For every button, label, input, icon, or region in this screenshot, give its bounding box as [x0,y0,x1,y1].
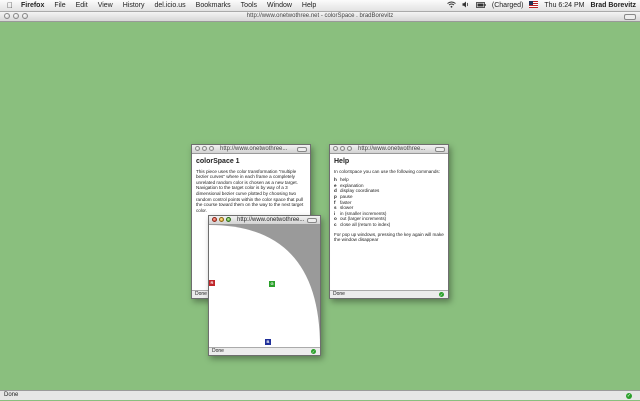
battery-status: (Charged) [491,2,524,9]
toolbar-toggle-icon[interactable] [307,218,317,223]
help-footer: For pop up windows, pressing the key aga… [334,231,444,243]
clock[interactable]: Thu 6:24 PM [544,2,584,9]
toolbar-toggle-icon[interactable] [624,14,636,20]
menu-help[interactable]: Help [297,0,321,11]
command-desc: help [340,177,349,183]
command-desc: faster [340,199,352,205]
browser-status-bar: Done ✓ [0,390,640,400]
popup-url: http://www.onetwothree... [237,217,305,223]
minimize-window-icon[interactable] [340,146,345,151]
popup-title-bar: http://www.onetwothree... [330,145,448,154]
close-window-icon[interactable] [195,146,200,151]
popup-url: http://www.onetwothree... [358,146,426,152]
status-text: Done [195,291,207,297]
status-text: Done [4,392,19,398]
popup-content: Help In colorSpace you can use the follo… [330,154,448,290]
menu-extras: (Charged) Thu 6:24 PM Brad Borevitz [447,0,636,11]
menu-delicious[interactable]: del.icio.us [150,0,191,11]
popup-status-bar: Done ✓ [209,347,320,355]
close-window-icon[interactable] [212,217,217,222]
user-name[interactable]: Brad Borevitz [590,2,636,9]
popup-status-bar: Done ✓ [330,290,448,298]
close-window-icon[interactable] [4,13,10,19]
apple-menu-icon[interactable]:  [4,1,16,10]
minimize-window-icon[interactable] [219,217,224,222]
help-popup-window: http://www.onetwothree... Help In colorS… [329,144,449,299]
command-desc: pause [340,193,353,199]
command-desc: out (larger increments) [340,216,387,222]
command-list: h help e explanation d display coordinates … [334,177,444,227]
command-desc: display coordinates [340,188,380,194]
minimize-window-icon[interactable] [202,146,207,151]
red-control-point[interactable]: R [209,280,215,286]
command-desc: explanation [340,182,364,188]
window-title: http://www.onetwothree.net - colorSpace … [246,13,394,19]
popup-url: http://www.onetwothree... [220,146,288,152]
color-popup-window: http://www.onetwothree... R G B Done ✓ [208,215,321,356]
wifi-icon[interactable] [447,1,456,10]
menu-bar:  Firefox File Edit View History del.ici… [0,0,640,12]
command-desc: close all (return to index) [340,221,391,227]
popup-title-bar: http://www.onetwothree... [209,216,320,225]
security-ok-icon: ✓ [311,348,316,354]
zoom-window-icon[interactable] [209,146,214,151]
menu-view[interactable]: View [93,0,118,11]
browser-title-bar: http://www.onetwothree.net - colorSpace … [0,12,640,22]
status-text: Done [212,348,224,354]
status-text: Done [333,291,345,297]
popup-description: This piece uses the color transformation… [196,168,304,213]
menu-firefox[interactable]: Firefox [16,0,49,11]
command-desc: slower [340,205,354,211]
close-window-icon[interactable] [333,146,338,151]
security-ok-icon: ✓ [439,291,444,297]
help-intro: In colorSpace you can use the following … [334,168,440,174]
blue-control-point[interactable]: B [265,339,271,345]
flag-icon[interactable] [529,1,539,10]
window-controls [4,13,28,19]
menu-edit[interactable]: Edit [71,0,93,11]
menu-window[interactable]: Window [262,0,297,11]
volume-icon[interactable] [462,1,470,10]
menu-file[interactable]: File [49,0,70,11]
zoom-window-icon[interactable] [22,13,28,19]
toolbar-toggle-icon[interactable] [435,147,445,152]
green-control-point[interactable]: G [269,281,275,287]
zoom-window-icon[interactable] [226,217,231,222]
command-desc: in (smaller increments) [340,210,387,216]
color-canvas[interactable]: R G B [209,225,320,347]
battery-icon[interactable] [475,1,486,10]
popup-title-bar: http://www.onetwothree... [192,145,310,154]
menu-bookmarks[interactable]: Bookmarks [191,0,236,11]
command-item: c close all (return to index) [334,222,444,228]
menu-history[interactable]: History [118,0,150,11]
toolbar-toggle-icon[interactable] [297,147,307,152]
menu-tools[interactable]: Tools [236,0,262,11]
minimize-window-icon[interactable] [13,13,19,19]
popup-heading: colorSpace 1 [196,158,240,165]
zoom-window-icon[interactable] [347,146,352,151]
popup-heading: Help [334,158,350,165]
